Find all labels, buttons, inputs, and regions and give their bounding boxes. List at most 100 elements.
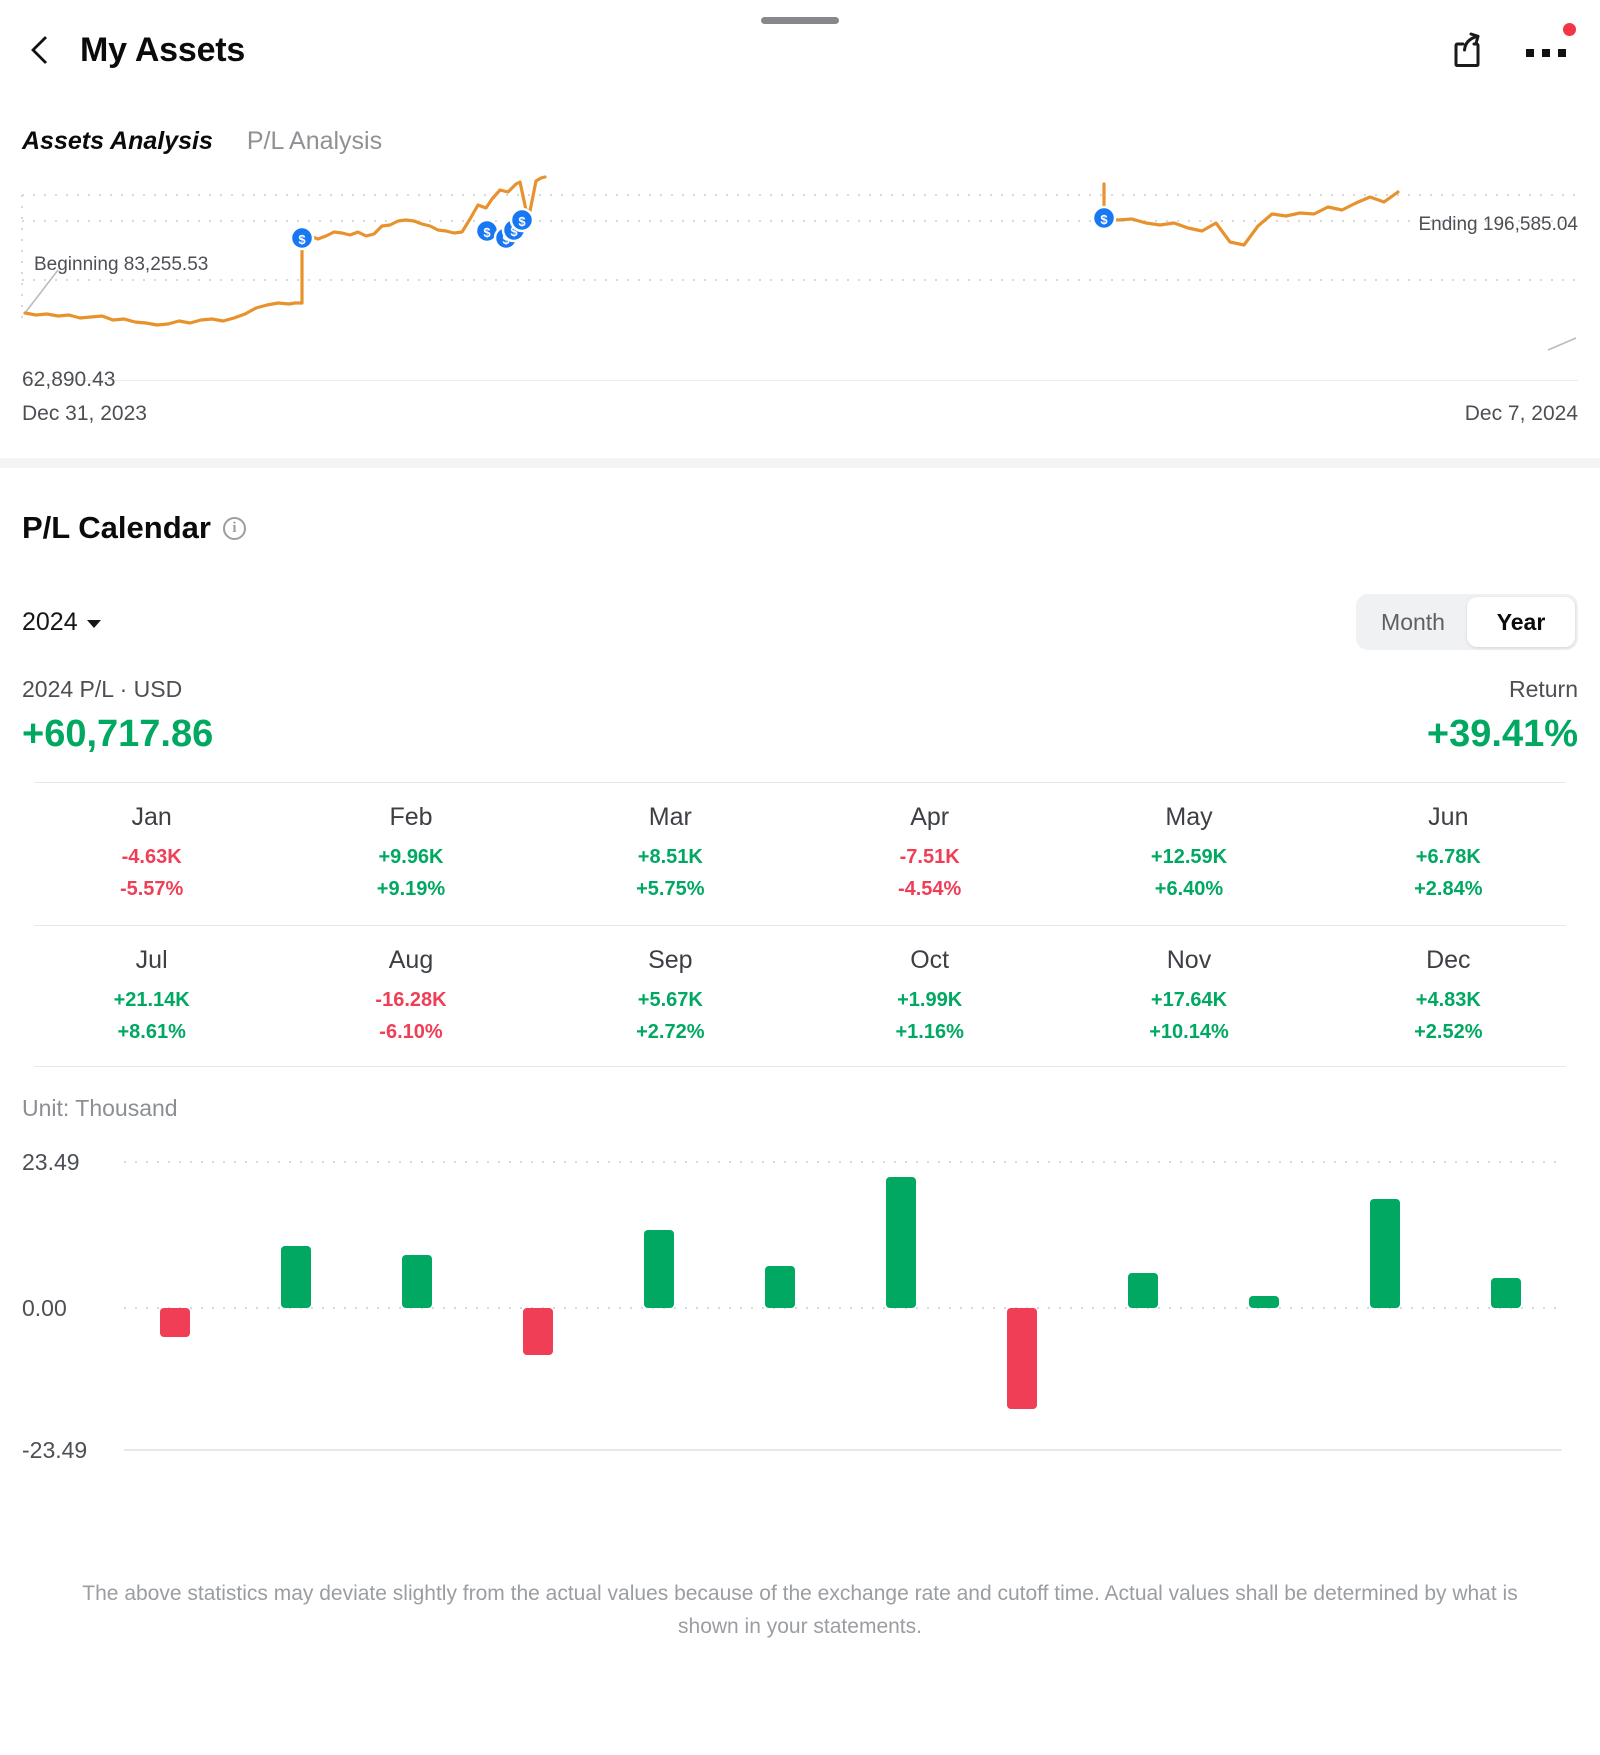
month-cell[interactable]: Mar +8.51K +5.75% [541,783,800,917]
month-amount: +12.59K [1150,846,1228,868]
month-cell[interactable]: Apr -7.51K -4.54% [800,783,1059,917]
month-percent: +2.72% [636,1021,705,1043]
share-icon [1454,32,1480,67]
more-dot-icon [1526,49,1534,57]
month-cell[interactable]: Sep +5.67K +2.72% [541,926,800,1060]
month-amount: -16.28K [375,989,447,1011]
transaction-marker[interactable]: $ [1091,205,1117,231]
pl-calendar-controls: 2024 Month Year [22,594,1578,650]
assets-line-chart[interactable]: $ $ $ $ $ $ Beginning 83,255.53 Ending 1… [0,170,1600,370]
bar-jun [765,1266,795,1308]
month-amount: -7.51K [899,846,960,868]
month-percent: -5.57% [119,878,184,900]
month-cell[interactable]: Jan -4.63K -5.57% [22,783,281,917]
analysis-tabs: Assets Analysis P/L Analysis [0,100,1600,162]
section-divider [0,458,1600,468]
month-amount: +8.51K [637,846,703,868]
axis-start-date: Dec 31, 2023 [22,402,147,425]
bar-aug [1007,1308,1037,1409]
month-amount: +4.83K [1415,989,1481,1011]
ending-leader-line [1547,337,1577,351]
month-percent: +5.75% [636,878,705,900]
share-button[interactable] [1446,29,1488,71]
month-cell[interactable]: Nov +17.64K +10.14% [1059,926,1318,1060]
beginning-leader-line [24,269,59,314]
pl-return-value: +39.41% [1426,713,1578,755]
more-dot-icon [1542,49,1550,57]
segment-year[interactable]: Year [1467,597,1575,647]
more-options-button[interactable] [1524,23,1576,65]
month-cell[interactable]: Feb +9.96K +9.19% [281,783,540,917]
tab-pl-analysis[interactable]: P/L Analysis [247,127,382,162]
bar-ytick-bottom: -23.49 [22,1437,87,1463]
month-name: Sep [648,946,693,974]
month-name: May [1165,803,1213,831]
bar-chart-unit-label: Unit: Thousand [22,1095,178,1121]
month-cell[interactable]: May +12.59K +6.40% [1059,783,1318,917]
transaction-marker[interactable]: $ [289,225,315,251]
bar-oct [1249,1296,1279,1308]
grid-divider [34,1066,1566,1067]
pl-summary-right: Return +39.41% [1427,676,1578,756]
monthly-pl-bar-chart[interactable]: 23.49 0.00 -23.49 [22,1148,1578,1478]
more-dot-icon [1558,49,1566,57]
bar-mar [402,1255,432,1308]
header-actions [1446,23,1578,71]
back-chevron-icon [30,35,60,65]
assets-chart-axis: 62,890.43 Dec 31, 2023 Dec 7, 2024 [0,368,1600,436]
back-button[interactable] [22,27,68,73]
month-name: Mar [648,803,692,831]
bar-sep [1128,1273,1158,1308]
month-percent: +8.61% [117,1021,186,1043]
chevron-down-icon [86,619,101,628]
month-cell[interactable]: Aug -16.28K -6.10% [281,926,540,1060]
pl-calendar-title: P/L Calendar [22,510,211,545]
year-selector-label: 2024 [22,607,78,636]
bar-may [644,1230,674,1308]
bar-feb [281,1246,311,1308]
svg-text:$: $ [518,214,526,229]
month-grid-row-2: Jul +21.14K +8.61% Aug -16.28K -6.10% Se… [22,926,1578,1060]
segment-month[interactable]: Month [1359,597,1467,647]
month-name: Jan [131,803,172,831]
assets-line-chart-svg: $ $ $ $ $ $ [21,175,1578,351]
axis-end-date: Dec 7, 2024 [1464,402,1578,425]
axis-baseline [22,380,1578,381]
app-header: My Assets [0,0,1600,100]
month-name: Feb [389,803,433,831]
bar-jan [160,1308,190,1337]
month-cell[interactable]: Jul +21.14K +8.61% [22,926,281,1060]
disclaimer-footnote: The above statistics may deviate slightl… [82,1582,1518,1638]
month-cell[interactable]: Dec +4.83K +2.52% [1319,926,1578,1060]
axis-date-range: Dec 31, 2023 Dec 7, 2024 [22,402,1578,426]
app-screen: My Assets Assets Analysis P/L Analysis $… [0,0,1600,1755]
month-name: Aug [388,946,434,974]
axis-low-value: 62,890.43 [22,368,116,391]
bar-ytick-zero: 0.00 [22,1295,67,1321]
ending-value-label: Ending 196,585.04 [1418,214,1578,235]
pl-summary-label: 2024 P/L · USD [22,676,183,702]
bar-apr [523,1308,553,1355]
year-selector[interactable]: 2024 [22,608,101,637]
info-icon[interactable]: i [222,516,246,540]
pl-calendar-section: P/L Calendar i 2024 Month Year 2024 P/L … [0,468,1600,1643]
month-percent: -4.54% [897,878,962,900]
pl-summary-left: 2024 P/L · USD +60,717.86 [22,676,213,756]
month-percent: -6.10% [379,1021,443,1043]
month-cell[interactable]: Oct +1.99K +1.16% [800,926,1059,1060]
month-name: Nov [1166,946,1212,974]
period-segmented-control: Month Year [1356,594,1578,650]
pl-calendar-header: P/L Calendar i [22,468,1578,546]
month-name: Oct [910,946,950,974]
transaction-marker[interactable]: $ [509,207,535,233]
monthly-pl-bar-chart-svg: 23.49 0.00 -23.49 [22,1149,1562,1463]
assets-line-right [1102,182,1400,247]
bar-jul [886,1177,916,1308]
notification-badge [1563,23,1576,36]
pl-summary-value: +60,717.86 [22,713,214,755]
month-percent: +9.19% [376,878,446,900]
tab-assets-analysis[interactable]: Assets Analysis [17,127,215,162]
month-cell[interactable]: Jun +6.78K +2.84% [1319,783,1578,917]
page-title: My Assets [80,30,246,69]
month-amount: -4.63K [121,846,182,868]
